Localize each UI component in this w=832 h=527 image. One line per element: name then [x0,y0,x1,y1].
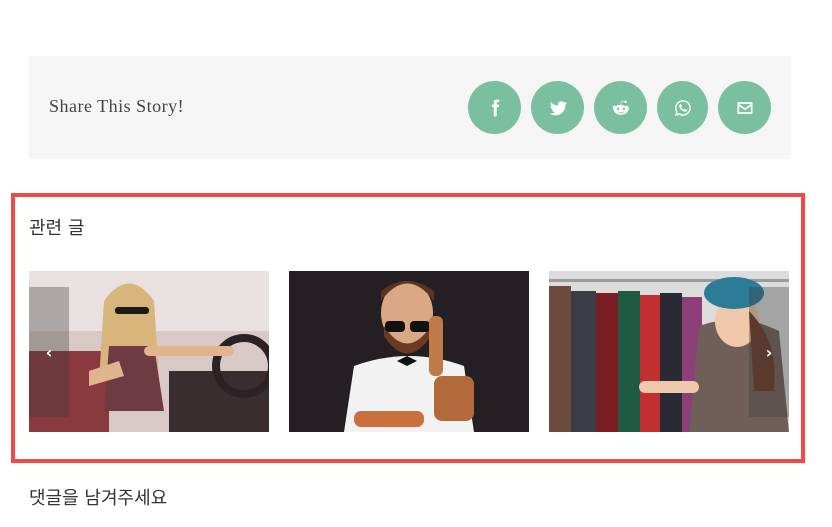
leave-comment-title: 댓글을 남겨주세요 [29,488,168,509]
reddit-share-button[interactable] [594,81,647,134]
share-box: Share This Story! [29,56,791,159]
share-label: Share This Story! [49,96,185,116]
chevron-left-icon: ‹ [45,342,53,362]
email-share-button[interactable] [718,81,771,134]
facebook-icon [491,99,499,116]
carousel-next-button[interactable]: › [749,287,789,417]
whatsapp-icon [674,99,691,116]
related-posts-title: 관련 글 [29,218,85,239]
twitter-share-button[interactable] [531,81,584,134]
related-post-thumbnail-2[interactable] [289,271,529,432]
email-icon [737,101,752,114]
reddit-icon [612,100,629,115]
whatsapp-share-button[interactable] [657,81,708,134]
facebook-share-button[interactable] [468,81,521,134]
twitter-icon [549,100,567,115]
carousel-prev-button[interactable]: ‹ [29,287,69,417]
bearded-man-image [289,271,529,432]
chevron-right-icon: › [765,342,773,362]
